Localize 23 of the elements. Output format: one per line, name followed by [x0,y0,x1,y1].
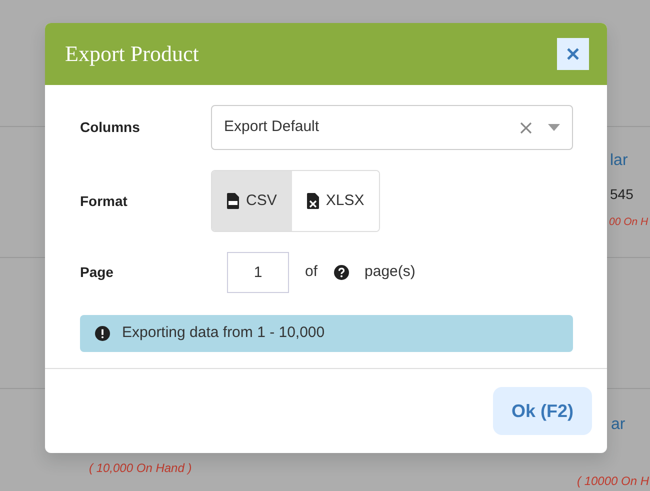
field-label: Columns [80,118,141,137]
dialog-title: Export Product [65,40,199,68]
field-label: Format [80,192,128,210]
ok-button[interactable]: Ok (F2) [493,387,592,435]
close-icon [566,47,580,61]
exclamation-icon [95,326,110,341]
file-icon [306,193,319,209]
file-icon [227,193,239,209]
stock-note: ( 10,000 On Hand ) [89,460,192,477]
stock-note: ( 10000 On H [577,473,650,490]
stock-note: 00 On H [609,215,648,230]
of-text: of [305,262,318,282]
caret-icon [548,124,560,131]
page-input[interactable]: 1 [227,252,289,293]
cell-text: 545 [610,185,634,204]
columns-select[interactable]: Export Default [211,105,573,150]
close-button[interactable] [557,38,589,70]
pages-text: page(s) [364,262,416,282]
field-label: Page [80,263,114,282]
format-option[interactable]: CSV [212,171,292,231]
clear-icon [520,122,532,134]
help-icon [334,265,349,280]
info-alert: Exporting data from 1 - 10,000 [80,315,573,352]
